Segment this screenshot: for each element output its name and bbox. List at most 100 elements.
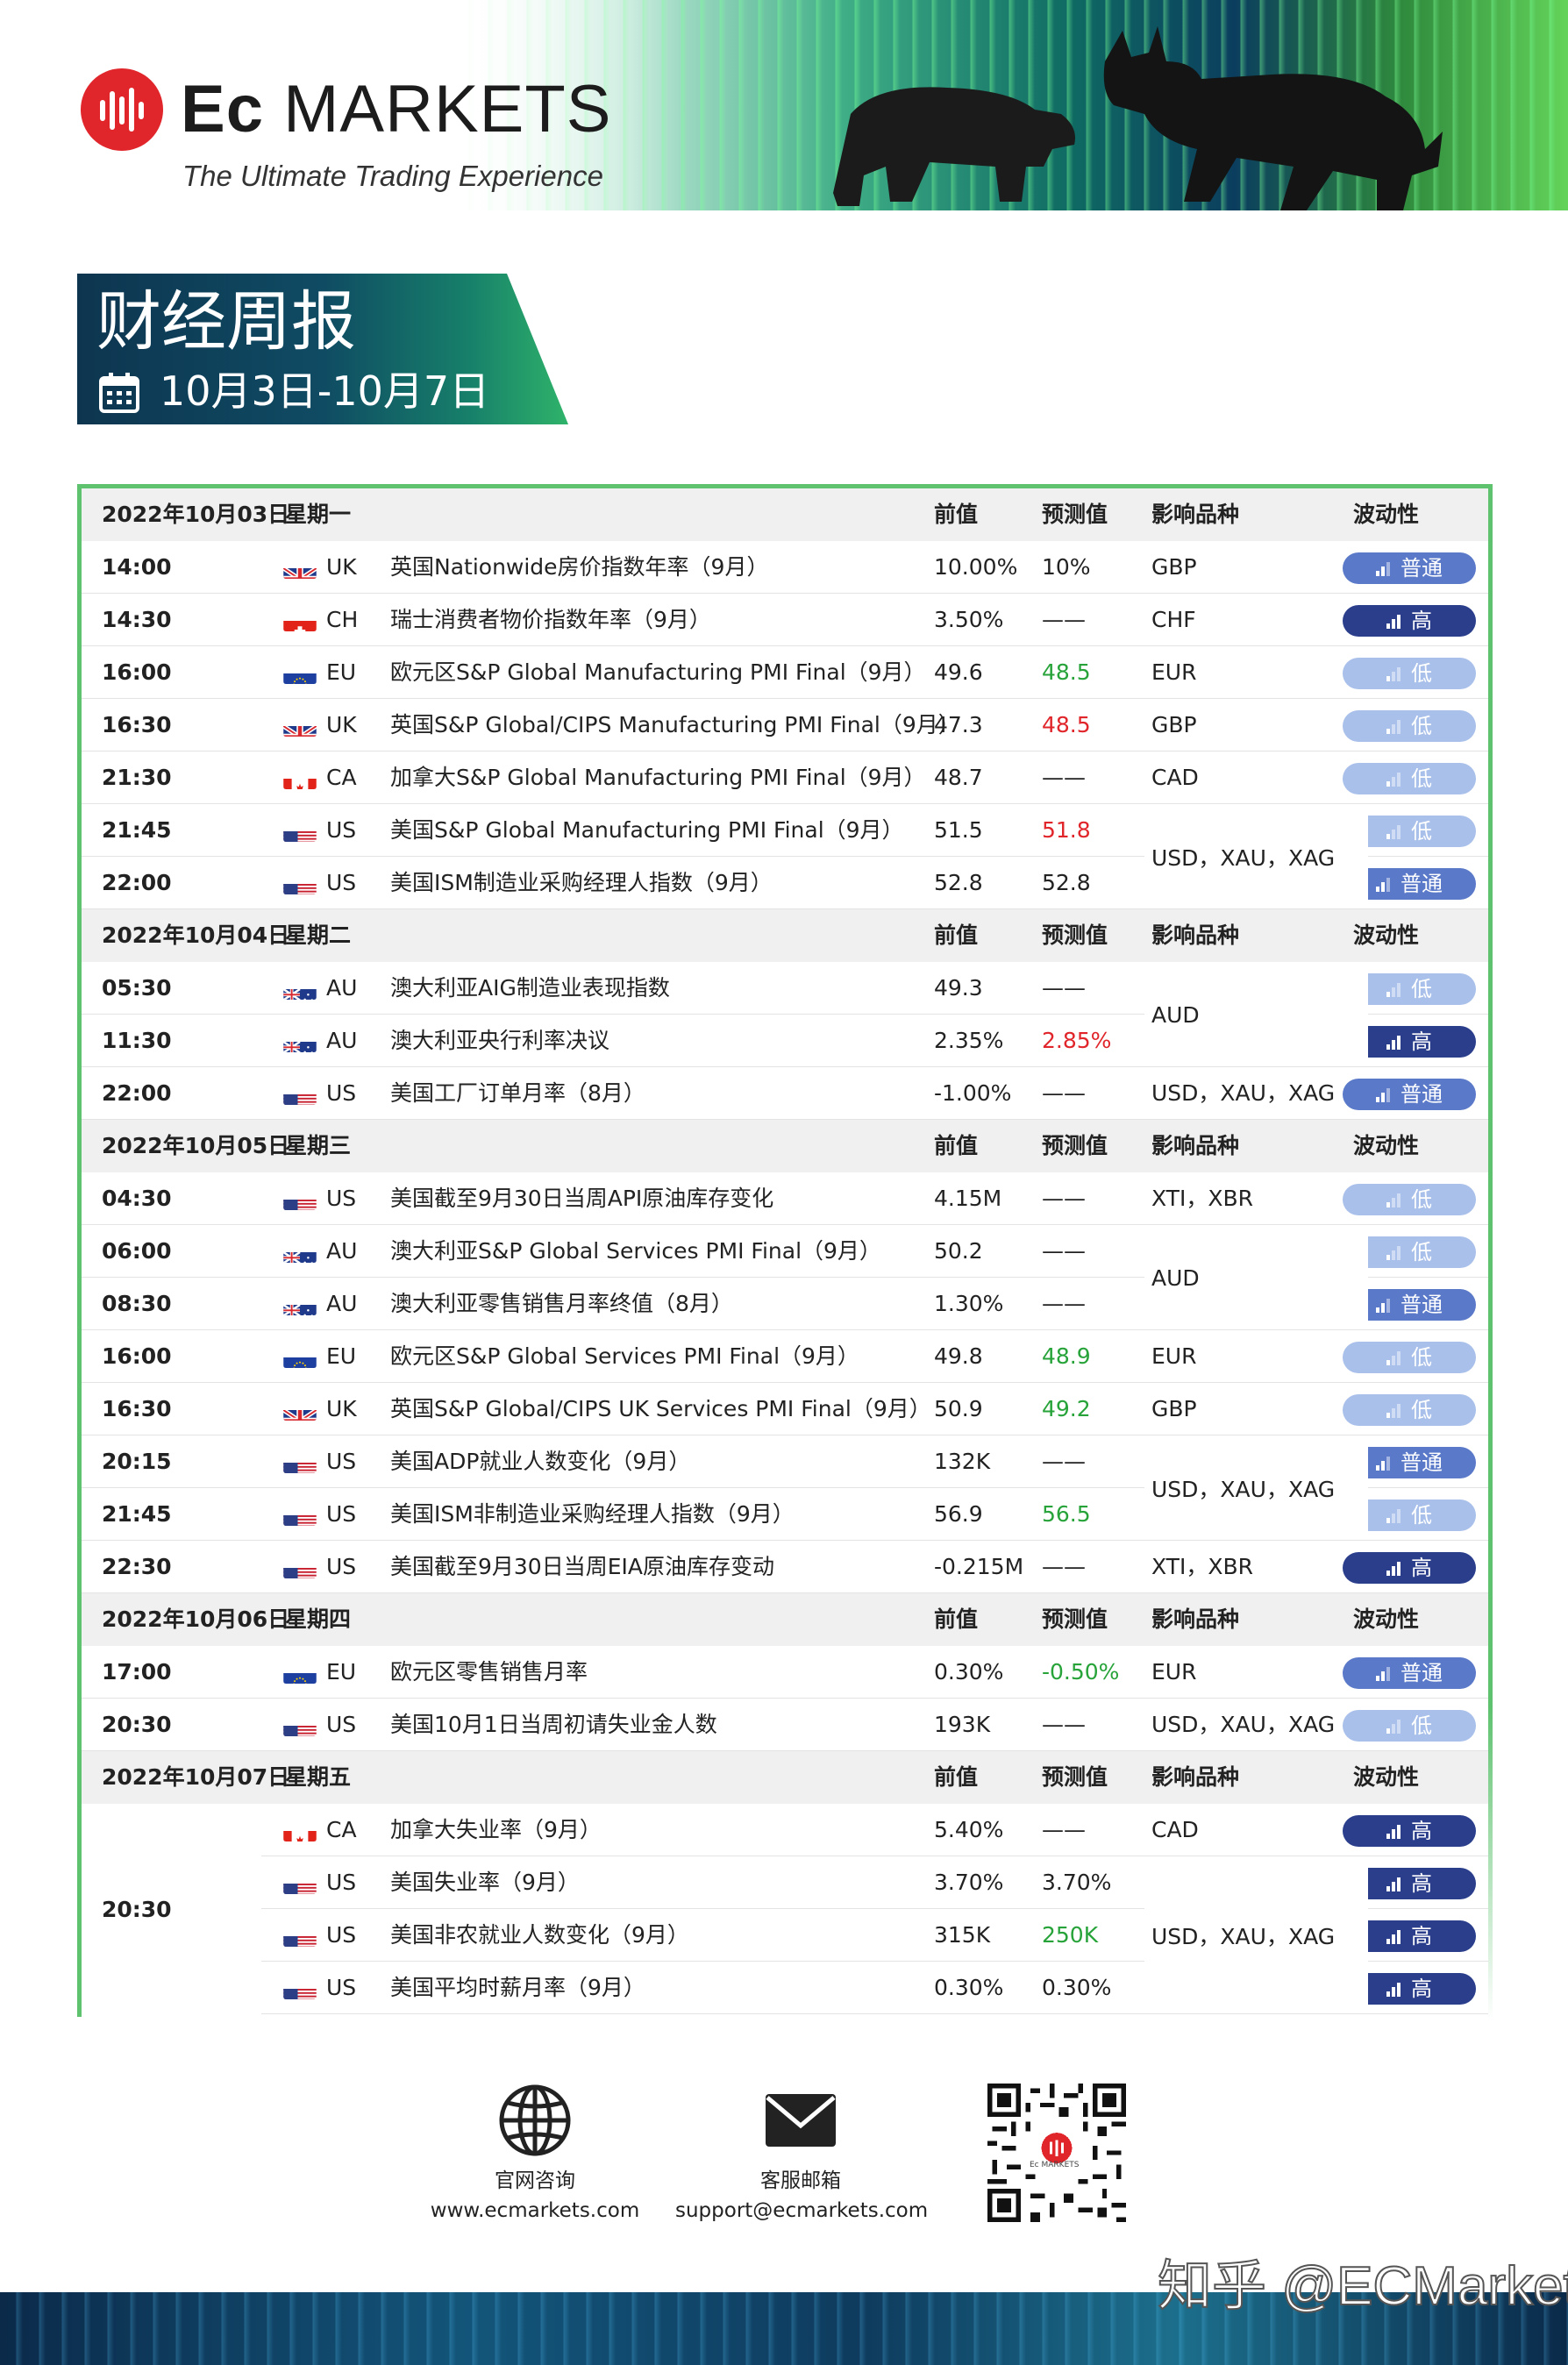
previous-value: 51.5 [934, 817, 983, 843]
table-row[interactable]: 14:30 CH 瑞士消费者物价指数年率（9月） 3.50% —— CHF 高 [82, 594, 1488, 646]
previous-value: 49.8 [934, 1343, 983, 1369]
forecast-value: 48.5 [1042, 659, 1091, 685]
brand-name: Ec MARKETS [181, 68, 611, 151]
country-code: US [326, 1712, 357, 1737]
affected-symbols: USD，XAU，XAG [1151, 1712, 1336, 1737]
volatility-badge: 低 [1343, 710, 1476, 742]
website-contact[interactable]: 官网咨询 www.ecmarkets.com [430, 2082, 640, 2226]
day-date: 2022年10月05日 [102, 1133, 290, 1158]
event-name: 美国截至9月30日当周EIA原油库存变动 [390, 1554, 774, 1579]
event-name: 美国工厂订单月率（8月） [390, 1080, 645, 1106]
col-header-volatility: 波动性 [1353, 1133, 1420, 1158]
email-icon [766, 2094, 836, 2147]
email-address[interactable]: support@ecmarkets.com [675, 2196, 928, 2226]
table-row[interactable]: 22:30 US 美国截至9月30日当周EIA原油库存变动 -0.215M —— XTI，… [82, 1541, 1488, 1593]
country-code: EU [326, 1343, 357, 1369]
signal-bars-icon [1376, 1457, 1392, 1471]
forecast-value: 2.85% [1042, 1028, 1112, 1053]
col-header-symbols: 影响品种 [1151, 1764, 1240, 1790]
volatility-badge: 高 [1343, 605, 1476, 637]
signal-bars-icon [1376, 1299, 1392, 1313]
country-code: US [326, 1501, 357, 1527]
table-row[interactable]: 04:30 US 美国截至9月30日当周API原油库存变化 4.15M —— XTI，XB… [82, 1172, 1488, 1225]
event-name: 美国10月1日当周初请失业金人数 [390, 1712, 717, 1737]
flag-au-icon [283, 978, 317, 1000]
event-time: 17:00 [102, 1659, 172, 1685]
volatility-badge: 低 [1343, 1710, 1476, 1742]
country-code: US [326, 1922, 357, 1948]
event-name: 欧元区S&P Global Manufacturing PMI Final（9月… [390, 659, 926, 685]
forecast-value: 56.5 [1042, 1501, 1091, 1527]
previous-value: 10.00% [934, 554, 1018, 580]
signal-bars-icon [1386, 1351, 1402, 1365]
volatility-badge: 低 [1343, 1184, 1476, 1215]
volatility-label: 高 [1411, 1871, 1432, 1896]
table-row[interactable]: 20:30 US 美国10月1日当周初请失业金人数 193K —— USD，XAU，XAG… [82, 1699, 1488, 1751]
signal-bars-icon [1386, 1983, 1402, 1997]
forecast-value: —— [1042, 1238, 1086, 1264]
signal-bars-icon [1386, 1404, 1402, 1418]
table-row[interactable]: 22:00 US 美国工厂订单月率（8月） -1.00% —— USD，XAU，XAG 普通 [82, 1067, 1488, 1120]
day-date: 2022年10月04日 [102, 922, 290, 948]
table-row[interactable]: 21:30 CA 加拿大S&P Global Manufacturing PMI F… [82, 752, 1488, 804]
flag-uk-icon [283, 557, 317, 579]
flag-uk-icon [283, 1399, 317, 1421]
country-code: AU [326, 1238, 358, 1264]
affected-symbols-merged: AUD [1144, 963, 1368, 1066]
col-header-symbols: 影响品种 [1151, 502, 1240, 527]
affected-symbols: EUR [1151, 1343, 1197, 1369]
affected-symbols: XTI，XBR [1151, 1554, 1253, 1579]
forecast-value: 49.2 [1042, 1396, 1091, 1421]
country-code: CH [326, 607, 359, 632]
affected-symbols-merged: USD，XAU，XAG [1144, 1436, 1368, 1540]
volatility-label: 低 [1411, 1345, 1432, 1370]
table-row[interactable]: 16:30 UK 英国S&P Global/CIPS Manufacturing P… [82, 699, 1488, 752]
table-row[interactable]: 16:00 EU 欧元区S&P Global Services PMI Final（… [82, 1330, 1488, 1383]
volatility-badge: 普通 [1343, 1657, 1476, 1689]
event-name: 英国S&P Global/CIPS UK Services PMI Final（… [390, 1396, 931, 1421]
qr-code[interactable]: Ec MARKETS [987, 2084, 1126, 2222]
event-name: 加拿大S&P Global Manufacturing PMI Final（9月… [390, 765, 926, 790]
event-time: 11:30 [102, 1028, 172, 1053]
volatility-label: 普通 [1401, 1450, 1443, 1475]
flag-au-icon [283, 1030, 317, 1052]
signal-bars-icon [1386, 1825, 1402, 1839]
flag-us-icon [283, 1925, 317, 1947]
flag-eu-icon [283, 1662, 317, 1684]
volatility-label: 普通 [1401, 1293, 1443, 1317]
event-name: 美国失业率（9月） [390, 1870, 580, 1895]
table-row[interactable]: 16:00 EU 欧元区S&P Global Manufacturing PMI F… [82, 646, 1488, 699]
table-row[interactable]: 14:00 UK 英国Nationwide房价指数年率（9月） 10.00% 10% GB… [82, 541, 1488, 594]
forecast-value: —— [1042, 1554, 1086, 1579]
event-name: 英国S&P Global/CIPS Manufacturing PMI Fina… [390, 712, 960, 737]
event-time: 16:30 [102, 712, 172, 737]
globe-icon [499, 2084, 571, 2156]
flag-ca-icon [283, 1820, 317, 1841]
brand-tagline: The Ultimate Trading Experience [182, 160, 603, 192]
flag-us-icon [283, 1504, 317, 1526]
volatility-label: 高 [1411, 1924, 1432, 1948]
day-date: 2022年10月07日 [102, 1764, 290, 1790]
event-time: 21:30 [102, 765, 172, 790]
event-time: 14:00 [102, 554, 172, 580]
signal-bars-icon [1386, 1562, 1402, 1576]
previous-value: 1.30% [934, 1291, 1004, 1316]
signal-bars-icon [1386, 667, 1402, 681]
previous-value: 56.9 [934, 1501, 983, 1527]
table-row[interactable]: CA 加拿大失业率（9月） 5.40% —— CAD 高 [82, 1804, 1488, 1856]
email-contact[interactable]: 客服邮箱 support@ecmarkets.com [675, 2082, 928, 2226]
flag-au-icon [283, 1293, 317, 1315]
table-row[interactable]: 16:30 UK 英国S&P Global/CIPS UK Services PMI… [82, 1383, 1488, 1435]
signal-bars-icon [1376, 878, 1392, 892]
table-row[interactable]: 17:00 EU 欧元区零售销售月率 0.30% -0.50% EUR 普通 [82, 1646, 1488, 1699]
event-time: 21:45 [102, 817, 172, 843]
affected-symbols: GBP [1151, 712, 1197, 737]
signal-bars-icon [1386, 1036, 1402, 1050]
event-time: 16:00 [102, 659, 172, 685]
website-url[interactable]: www.ecmarkets.com [430, 2196, 640, 2226]
signal-bars-icon [1386, 1509, 1402, 1523]
affected-symbols: EUR [1151, 659, 1197, 685]
previous-value: 50.9 [934, 1396, 983, 1421]
volatility-badge: 低 [1343, 1342, 1476, 1373]
previous-value: 48.7 [934, 765, 983, 790]
